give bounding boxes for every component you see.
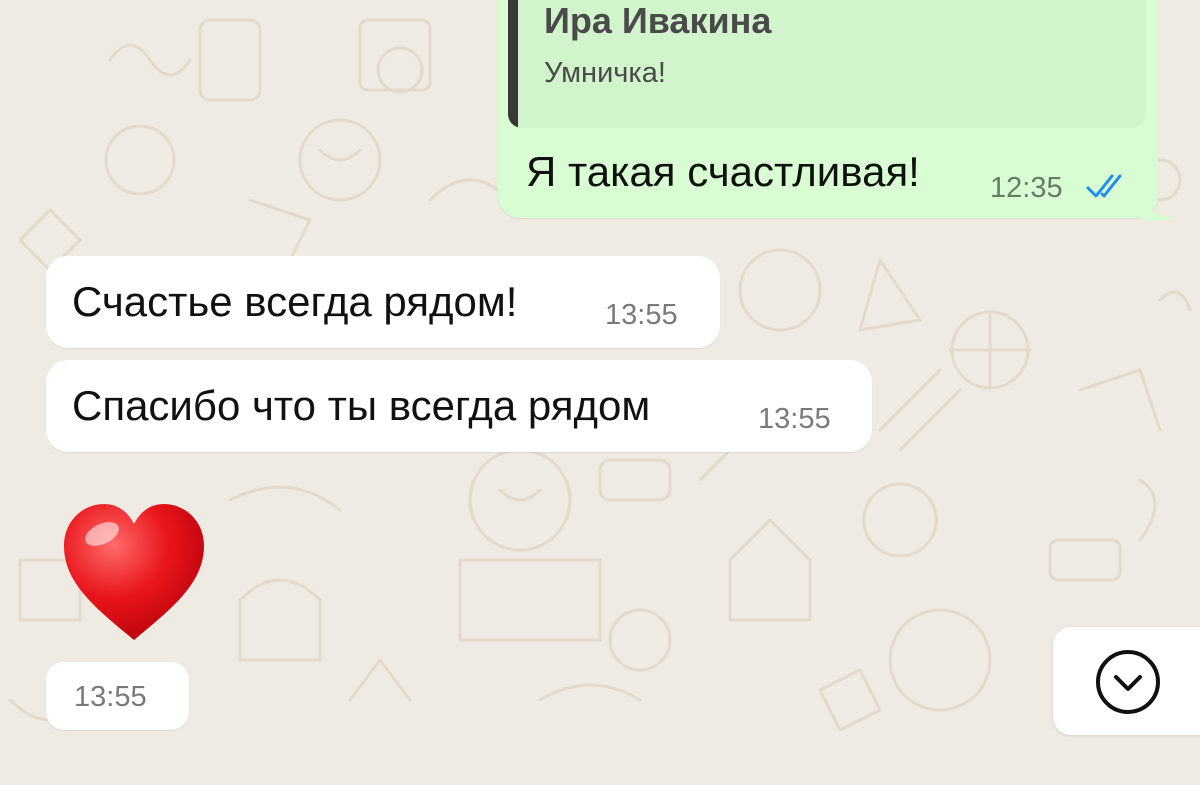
bubble-tail bbox=[1140, 194, 1178, 221]
incoming-message-text: Счастье всегда рядом! bbox=[72, 278, 518, 325]
double-check-read-icon bbox=[1086, 174, 1122, 198]
message-timestamp: 13:55 bbox=[74, 681, 147, 713]
message-timestamp: 12:35 bbox=[990, 172, 1063, 204]
red-heart-icon[interactable] bbox=[58, 498, 210, 648]
outgoing-message-text: Я такая счастливая! bbox=[526, 148, 920, 195]
quote-accent-bar bbox=[508, 0, 518, 128]
quote-text: Умничка! bbox=[544, 57, 666, 89]
chevron-down-icon bbox=[1096, 650, 1160, 714]
message-timestamp: 13:55 bbox=[605, 299, 678, 331]
quoted-reply[interactable]: Ира Ивакина Умничка! bbox=[508, 0, 1146, 128]
quote-author: Ира Ивакина bbox=[544, 0, 772, 41]
incoming-message-text: Спасибо что ты всегда рядом bbox=[72, 382, 651, 429]
scroll-to-bottom-button[interactable] bbox=[1053, 627, 1200, 735]
message-timestamp: 13:55 bbox=[758, 403, 831, 435]
